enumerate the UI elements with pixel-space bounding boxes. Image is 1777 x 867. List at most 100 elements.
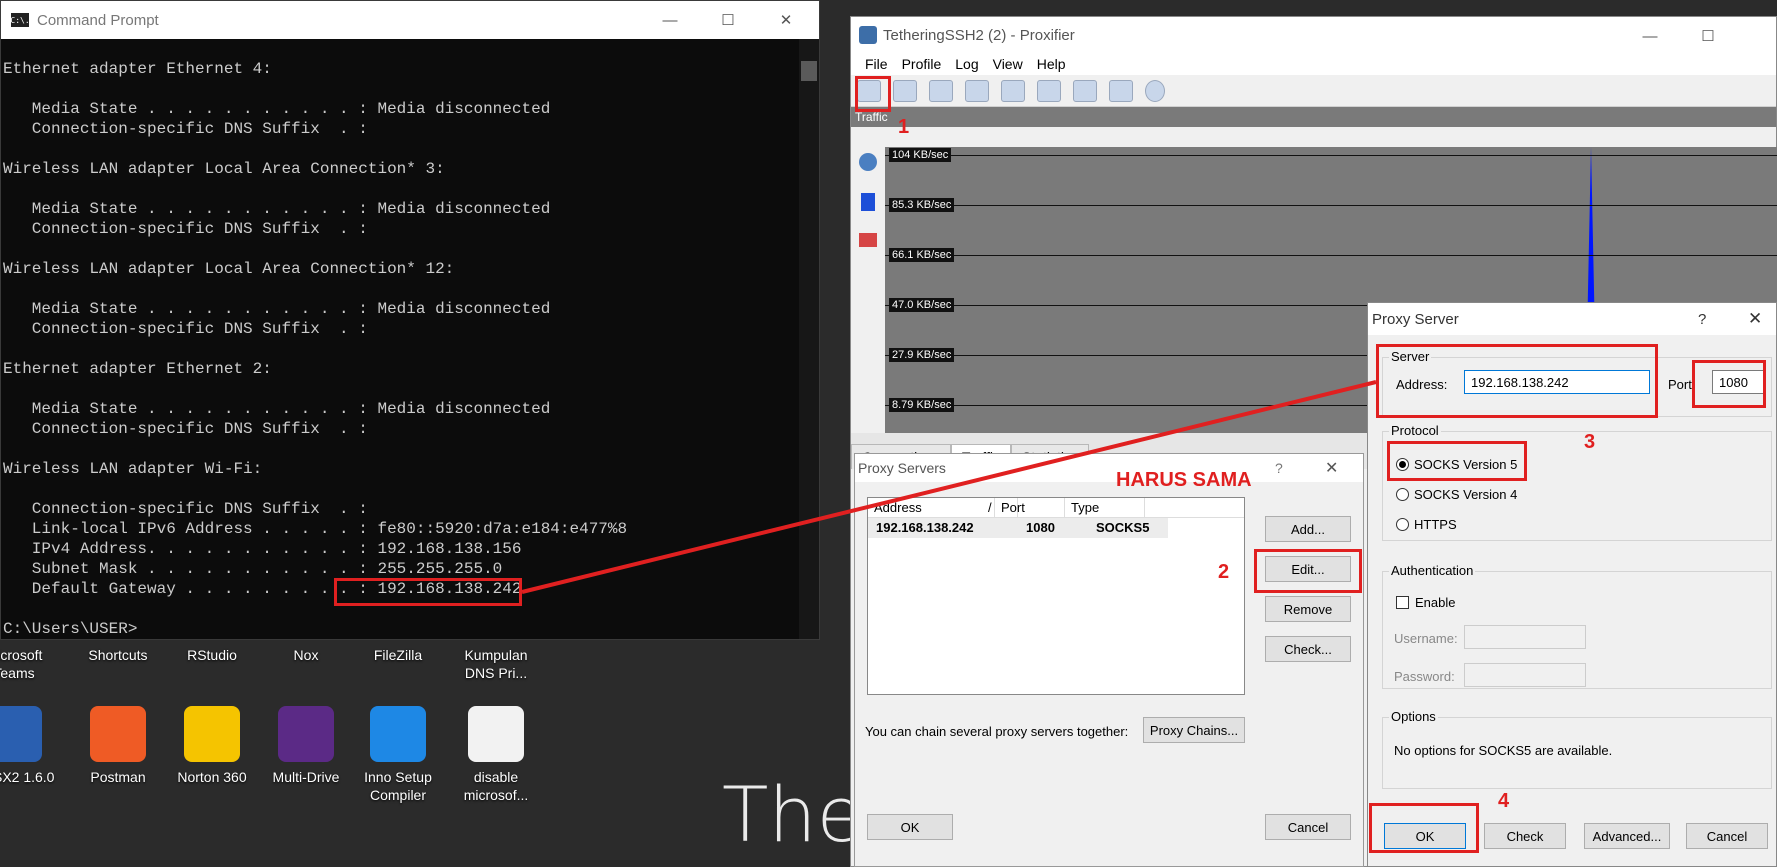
check-button[interactable]: Check (1484, 823, 1566, 849)
proxifier-title: TetheringSSH2 (2) - Proxifier (883, 26, 1075, 44)
desktop-app-icon (184, 706, 240, 762)
table-row[interactable]: 192.168.138.242 1080 SOCKS5 (868, 518, 1168, 538)
desktop-icon-label: PCSX2 1.6.0 (0, 769, 55, 785)
annotation-harus-sama: HARUS SAMA (1116, 469, 1252, 491)
help-icon[interactable] (1145, 79, 1165, 102)
options-text: No options for SOCKS5 are available. (1394, 743, 1613, 758)
remove-button[interactable]: Remove (1265, 596, 1351, 622)
row-address: 192.168.138.242 (876, 520, 974, 535)
annotation-box-socks5 (1387, 441, 1527, 481)
close-icon[interactable]: ✕ (1748, 309, 1762, 329)
graph-tools (851, 147, 885, 433)
desktop-shortcut[interactable]: Multi-Drive (264, 706, 348, 786)
annotation-box-address (1376, 344, 1658, 418)
chain-label: You can chain several proxy servers toge… (865, 724, 1129, 739)
help-icon[interactable]: ? (1698, 311, 1706, 328)
cancel-button[interactable]: Cancel (1686, 823, 1768, 849)
desktop-app-icon (370, 706, 426, 762)
col-port[interactable]: Port (995, 498, 1065, 517)
clock-icon[interactable] (859, 153, 877, 171)
desktop-shortcut[interactable]: Postman (76, 706, 160, 786)
proxy-list[interactable]: Address / Port Type 192.168.138.242 1080… (867, 497, 1245, 695)
menu-help[interactable]: Help (1037, 56, 1066, 72)
desktop-app-icon (0, 706, 42, 762)
proxy-servers-dialog[interactable]: Proxy Servers ? ✕ Address / Port Type 19… (854, 453, 1364, 867)
socks4-label: SOCKS Version 4 (1414, 487, 1518, 502)
desktop-icon-label: Norton 360 (177, 769, 247, 785)
row-type: SOCKS5 (1096, 520, 1150, 535)
close-icon[interactable]: ✕ (1325, 458, 1338, 478)
desktop-shortcut[interactable]: Norton 360 (170, 706, 254, 786)
maximize-icon[interactable]: ☐ (1679, 17, 1737, 55)
cmd-app-icon: C:\. (10, 13, 30, 27)
enable-auth-checkbox[interactable]: Enable (1396, 595, 1455, 610)
desktop-shortcut[interactable]: PCSX2 1.6.0 (0, 706, 56, 786)
import-icon[interactable] (1073, 79, 1097, 102)
desktop-shortcut[interactable]: Inno Setup Compiler (356, 706, 440, 804)
open-profile-icon[interactable] (1001, 79, 1025, 102)
menu-file[interactable]: File (865, 56, 888, 72)
checkbox-icon (1396, 596, 1409, 609)
annotation-step-2: 2 (1218, 561, 1230, 583)
menu-bar: File Profile Log View Help (851, 53, 1776, 75)
help-icon[interactable]: ? (1275, 460, 1283, 476)
advanced-button[interactable]: Advanced... (1584, 823, 1670, 849)
desktop-shortcut[interactable]: RStudio (170, 646, 254, 664)
desktop-shortcut[interactable]: Nox (264, 646, 348, 664)
toolbar (851, 75, 1776, 107)
ok-button[interactable]: OK (867, 814, 953, 840)
desktop-icon-label: Inno Setup Compiler (364, 769, 432, 803)
radio-icon (1396, 518, 1409, 531)
proxy-server-title-bar[interactable]: Proxy Server ? ✕ (1368, 303, 1776, 335)
desktop-shortcut[interactable]: Shortcuts (76, 646, 160, 664)
col-type[interactable]: Type (1065, 498, 1145, 517)
annotation-box-ok (1369, 803, 1479, 853)
check-button[interactable]: Check... (1265, 636, 1351, 662)
download-arrow-icon[interactable] (861, 193, 875, 211)
graph-gridline (885, 205, 1777, 206)
scroll-thumb[interactable] (801, 61, 817, 81)
desktop-shortcut[interactable]: disable microsof... (454, 706, 538, 804)
new-profile-icon[interactable] (965, 79, 989, 102)
password-input[interactable] (1464, 663, 1586, 687)
clear-icon[interactable] (859, 233, 877, 247)
annotation-step-4: 4 (1498, 790, 1510, 812)
desktop-shortcut[interactable]: Microsoft Teams (0, 646, 56, 682)
graph-scale-label: 66.1 KB/sec (889, 248, 955, 262)
username-input[interactable] (1464, 625, 1586, 649)
cmd-output[interactable]: Ethernet adapter Ethernet 4: Media State… (1, 39, 799, 639)
minimize-icon[interactable]: — (1621, 17, 1679, 55)
desktop-shortcut[interactable]: Kumpulan DNS Pri... (454, 646, 538, 682)
proxification-rules-icon[interactable] (893, 79, 917, 102)
https-label: HTTPS (1414, 517, 1457, 532)
save-profile-icon[interactable] (1037, 79, 1061, 102)
close-icon[interactable]: ✕ (757, 1, 815, 39)
desktop-icon-label: disable microsof... (463, 769, 529, 803)
command-prompt-window[interactable]: C:\. Command Prompt — ☐ ✕ Ethernet adapt… (0, 0, 820, 640)
desktop-icon-label: Kumpulan DNS Pri... (464, 647, 528, 681)
proxy-servers-title-bar[interactable]: Proxy Servers ? ✕ (855, 454, 1363, 482)
name-resolution-icon[interactable] (929, 79, 953, 102)
desktop-icon-label: Postman (90, 769, 146, 785)
graph-gridline (885, 155, 1777, 156)
radio-https[interactable]: HTTPS (1396, 517, 1457, 532)
password-label: Password: (1394, 669, 1455, 684)
radio-socks4[interactable]: SOCKS Version 4 (1396, 487, 1517, 502)
annotation-box-gateway (334, 578, 522, 606)
minimize-icon[interactable]: — (641, 1, 699, 39)
print-icon[interactable] (1109, 79, 1133, 102)
menu-profile[interactable]: Profile (902, 56, 942, 72)
add-button[interactable]: Add... (1265, 516, 1351, 542)
port-label: Port (1668, 377, 1692, 392)
cancel-button[interactable]: Cancel (1265, 814, 1351, 840)
menu-view[interactable]: View (993, 56, 1023, 72)
annotation-box-proxy-servers (855, 76, 891, 112)
maximize-icon[interactable]: ☐ (699, 1, 757, 39)
enable-label: Enable (1415, 595, 1456, 610)
menu-log[interactable]: Log (955, 56, 978, 72)
proxy-chains-button[interactable]: Proxy Chains... (1143, 717, 1245, 743)
cmd-scrollbar[interactable] (799, 39, 819, 639)
desktop-shortcut[interactable]: FileZilla (356, 646, 440, 664)
annotation-box-port (1692, 360, 1766, 408)
radio-icon (1396, 488, 1409, 501)
